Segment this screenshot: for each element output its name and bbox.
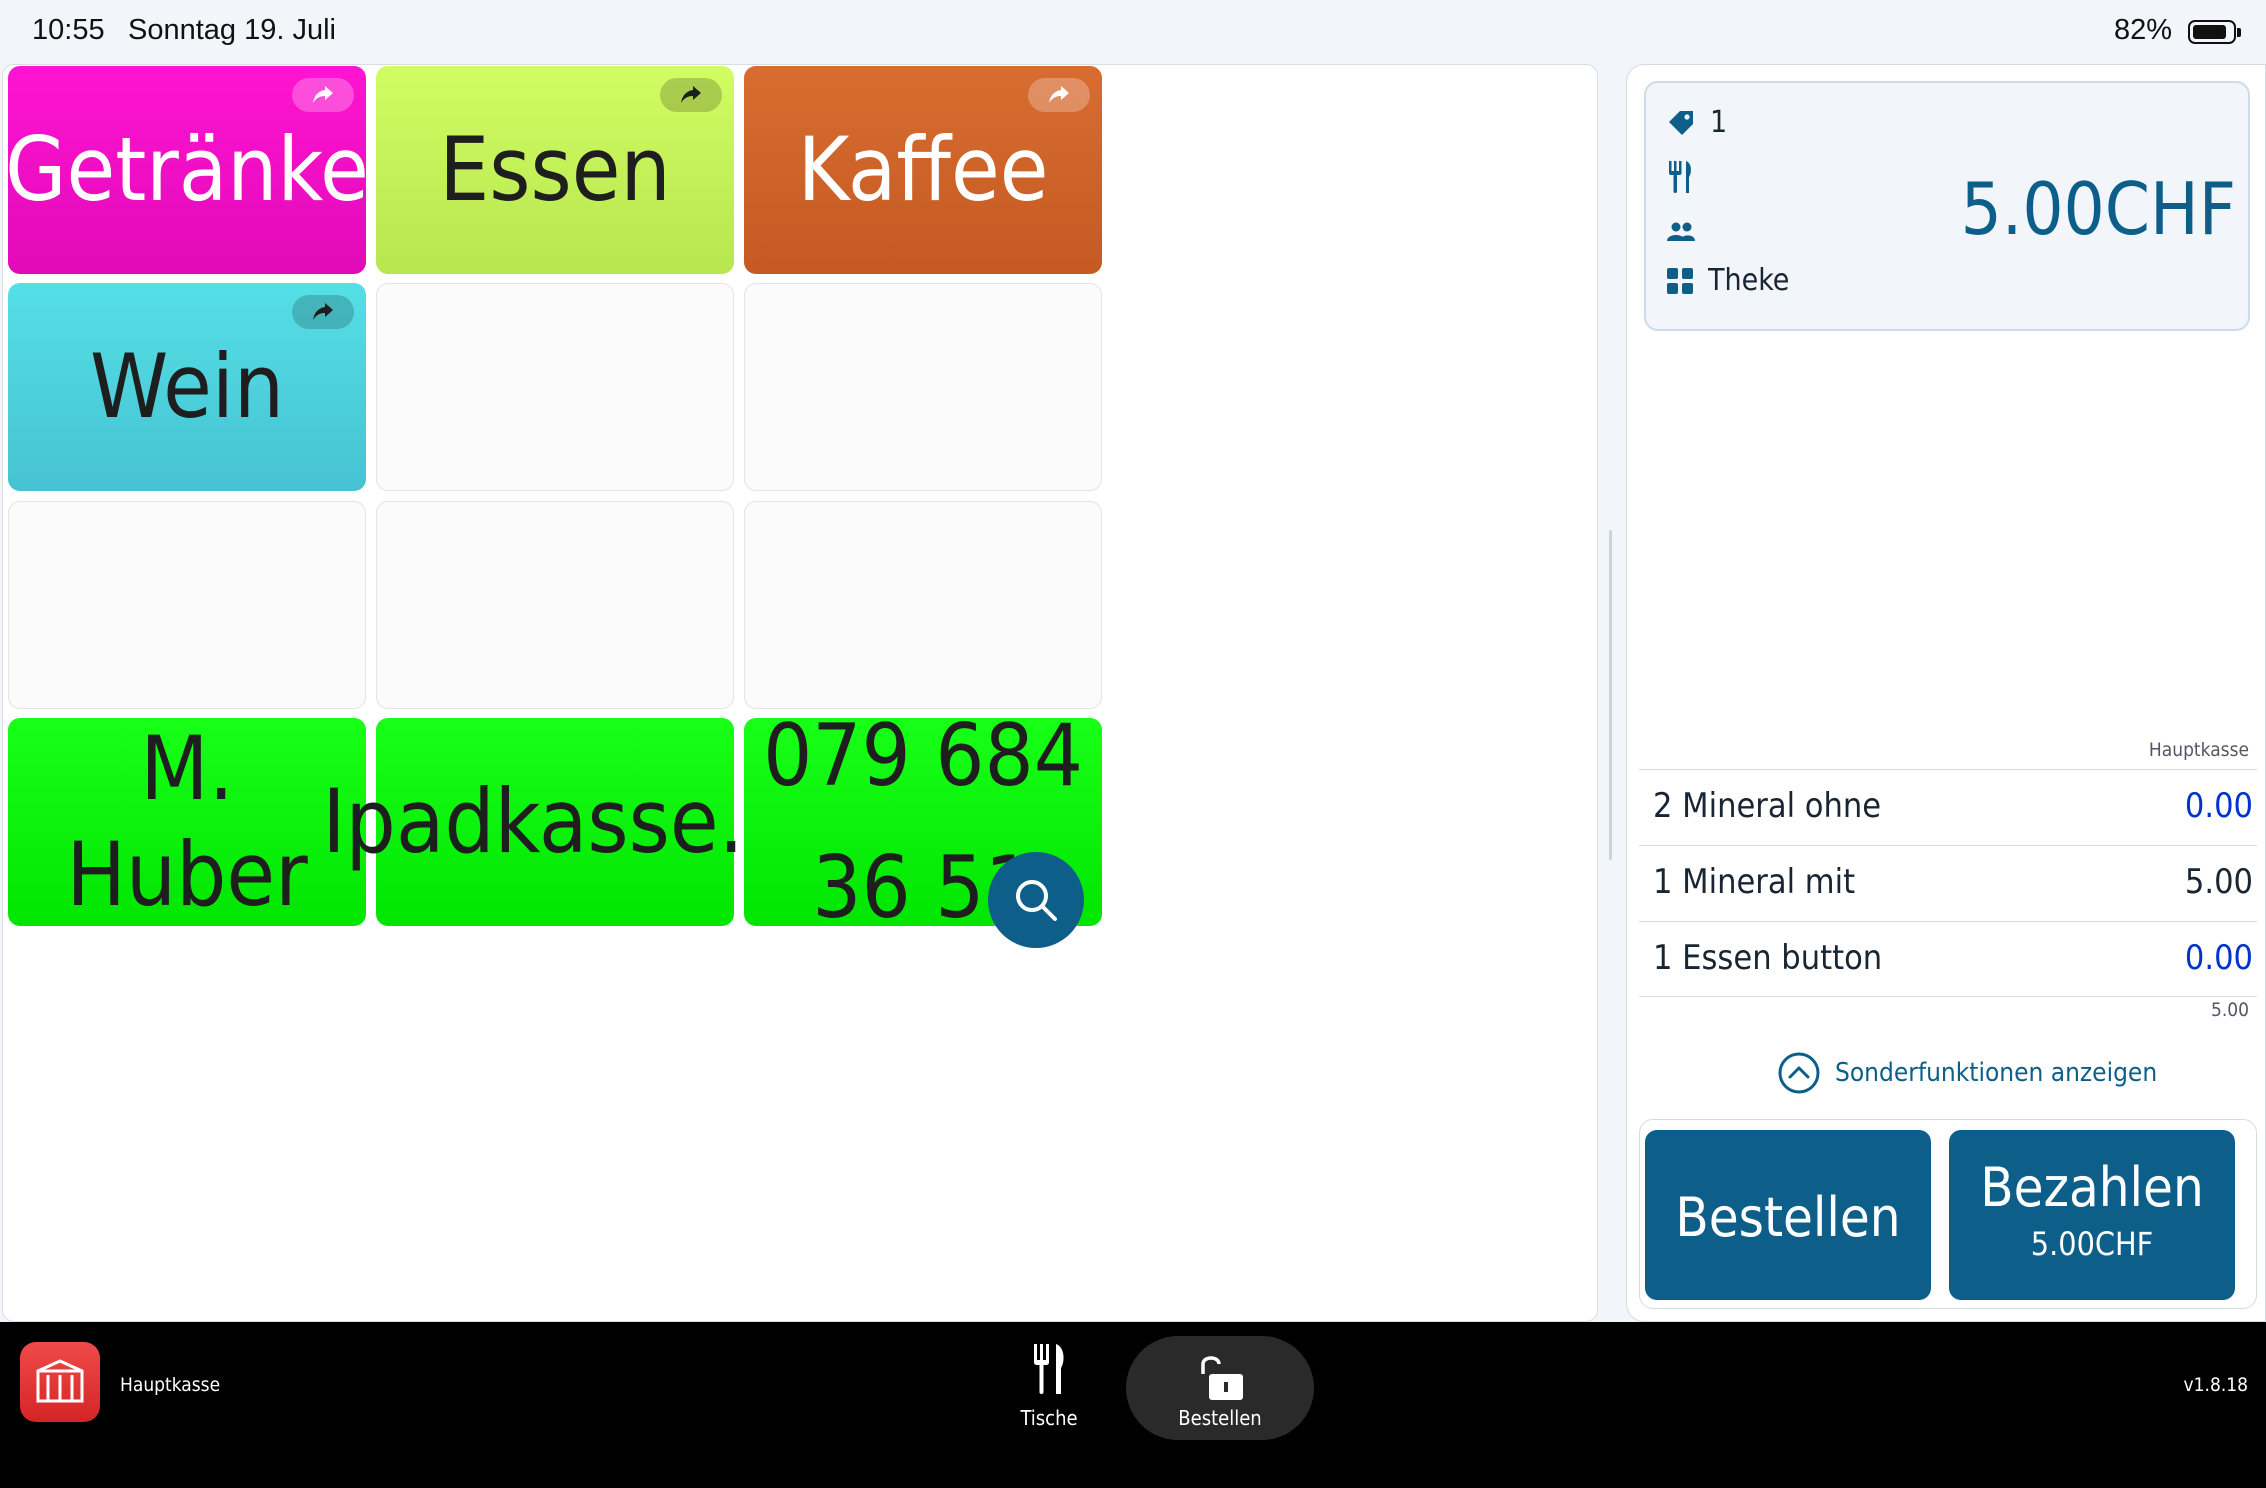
order-subtotal: 5.00 [2210, 999, 2249, 1021]
special-functions-label: Sonderfunktionen anzeigen [1835, 1058, 2158, 1088]
bottom-tab-bar: Hauptkasse Tische Bestellen v1.8.18 [0, 1322, 2266, 1488]
tile-empty[interactable] [376, 283, 734, 491]
fork-knife-icon [1034, 1344, 1064, 1394]
item-price: 5.00 [2184, 862, 2253, 902]
tab-label: Tische [1020, 1406, 1078, 1430]
search-button[interactable] [988, 852, 1084, 948]
share-icon[interactable] [292, 78, 354, 112]
search-icon [1016, 880, 1057, 921]
tab-tische[interactable]: Tische [990, 1336, 1108, 1440]
tile-label: M. Huber [66, 717, 308, 926]
share-icon[interactable] [292, 295, 354, 329]
tile-empty[interactable] [376, 501, 734, 709]
pay-button[interactable]: Bezahlen 5.00CHF [1949, 1130, 2235, 1300]
battery-percent: 82% [2113, 14, 2172, 46]
tile-getraenke[interactable]: Getränke [5, 66, 369, 274]
pay-button-amount: 5.00CHF [2030, 1225, 2154, 1263]
app-logo-icon[interactable] [20, 1342, 100, 1422]
fork-knife-icon [1669, 161, 1691, 193]
order-button-label: Bestellen [1675, 1186, 1901, 1249]
tile-empty[interactable] [744, 283, 1102, 491]
app-version: v1.8.18 [2183, 1374, 2248, 1396]
tab-bestellen[interactable]: Bestellen [1126, 1336, 1314, 1440]
tile-label: Getränke [5, 118, 369, 222]
order-info-card[interactable]: 1 Theke 5.00CHF [1644, 81, 2250, 331]
battery-icon [2188, 20, 2241, 44]
tile-wein[interactable]: Wein [8, 283, 366, 491]
order-item-row[interactable]: 1 Essen button 0.00 [1639, 921, 2257, 995]
order-item-row[interactable]: 2 Mineral ohne 0.00 [1639, 769, 2257, 843]
status-bar: 10:55 Sonntag 19. Juli 82% [0, 0, 2266, 64]
table-location: Theke [1708, 263, 1790, 298]
tile-label: Ipadkasse.li [322, 770, 788, 874]
order-total: 5.00CHF [1960, 167, 2236, 251]
action-buttons: Bestellen Bezahlen 5.00CHF [1639, 1119, 2257, 1309]
order-button[interactable]: Bestellen [1645, 1130, 1931, 1300]
share-icon[interactable] [1028, 78, 1090, 112]
item-name: 2 Mineral ohne [1653, 786, 1882, 826]
order-item-row[interactable]: 1 Mineral mit 5.00 [1639, 845, 2257, 919]
status-time: 10:55 [32, 14, 105, 46]
status-date: Sonntag 19. Juli [128, 14, 336, 46]
item-price: 0.00 [2184, 786, 2253, 826]
register-column-header: Hauptkasse [2148, 739, 2249, 761]
app-name: Hauptkasse [120, 1374, 221, 1396]
tile-m-huber[interactable]: M. Huber [8, 717, 366, 926]
order-panel: 1 Theke 5.00CHF Hauptkasse 2 Mineral ohn… [1626, 64, 2266, 1322]
tile-essen[interactable]: Essen [376, 66, 734, 274]
tile-label: Kaffee [797, 118, 1049, 222]
item-price: 0.00 [2184, 938, 2253, 978]
pay-button-label: Bezahlen [1980, 1156, 2204, 1219]
tile-ipadkasse[interactable]: Ipadkasse.li [322, 718, 788, 926]
item-name: 1 Essen button [1653, 938, 1883, 978]
panel-splitter-handle[interactable] [1609, 530, 1612, 860]
tag-icon [1669, 110, 1693, 135]
tab-label: Bestellen [1178, 1406, 1262, 1430]
item-name: 1 Mineral mit [1653, 862, 1856, 902]
tile-label: Wein [89, 335, 285, 439]
people-icon [1667, 222, 1695, 241]
special-functions-toggle[interactable]: Sonderfunktionen anzeigen [1777, 1051, 2157, 1095]
category-grid: Getränke Essen Kaffee Wein M. Huber Ipad… [2, 64, 1598, 1322]
share-icon[interactable] [660, 78, 722, 112]
tile-empty[interactable] [744, 501, 1102, 709]
grid-icon [1667, 267, 1693, 294]
tile-kaffee[interactable]: Kaffee [744, 66, 1102, 274]
order-number: 1 [1710, 105, 1728, 140]
tile-empty[interactable] [8, 501, 366, 709]
unlock-icon [1201, 1356, 1243, 1400]
tile-label: Essen [439, 118, 671, 222]
divider [1639, 996, 2257, 997]
chevron-up-circle-icon [1778, 1052, 1820, 1094]
